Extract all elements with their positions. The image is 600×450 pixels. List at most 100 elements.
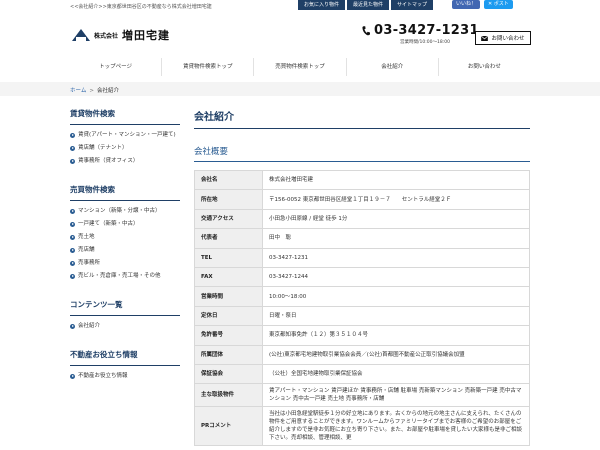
table-row: 免許番号 東京都知事免許（１２）第３５１０４号	[194, 325, 530, 346]
breadcrumb-current: 会社紹介	[96, 88, 119, 94]
sidebar-item-label: 売事務所	[78, 260, 101, 266]
sidebar-item-label: 売ビル・売倉庫・売工場・その他	[78, 273, 161, 279]
sidebar-item-rent-residential[interactable]: 賃貸(アパート・マンション・一戸建て)	[70, 131, 180, 140]
sidebar-item-sale-land[interactable]: 売土地	[70, 233, 180, 242]
row-key: FAX	[194, 266, 263, 288]
logo-name-text: 増田宅建	[122, 29, 171, 42]
sidebar-item-label: 不動産お役立ち情報	[78, 373, 128, 379]
row-value: 10:00～18:00	[262, 286, 530, 307]
row-key: 免許番号	[194, 325, 263, 346]
business-hours: 営業時間/10:00～18:00	[400, 40, 450, 45]
row-value: 03-3427-1231	[262, 247, 530, 268]
sidebar-item-sale-office[interactable]: 売事務所	[70, 259, 180, 268]
logo-corp-text: 株式会社	[94, 32, 119, 40]
mail-icon	[481, 35, 489, 41]
row-key: 保証協会	[194, 363, 263, 385]
row-value: 東京都知事免許（１２）第３５１０４号	[262, 325, 530, 346]
sidebar-item-label: 賃貸(アパート・マンション・一戸建て)	[78, 132, 176, 138]
table-row: 会社名 株式会社増田宅建	[194, 169, 530, 191]
sidebar-item-sale-house[interactable]: 一戸建て（新築・中古）	[70, 220, 180, 229]
main-nav: トップページ 賃貸物件検索トップ 売買物件検索トップ 会社紹介 お問い合わせ	[70, 58, 530, 76]
row-key: 所在地	[194, 189, 263, 210]
sidebar-item-tips[interactable]: 不動産お役立ち情報	[70, 372, 180, 381]
table-row: 保証協会 （公社）全国宅地建物取引業保証協会	[194, 363, 530, 385]
sidebar-item-sale-other[interactable]: 売ビル・売倉庫・売工場・その他	[70, 272, 180, 281]
row-key: 所属団体	[194, 344, 263, 365]
table-row: 交通アクセス 小田急小田原線 / 経堂 徒歩 1分	[194, 208, 530, 230]
row-value: 03-3427-1244	[262, 266, 530, 288]
sidebar-item-label: 一戸建て（新築・中古）	[78, 221, 139, 227]
row-value: 賃アパート・マンション 賃戸建ほか 賃事務所・店舗 駐車場 売新築マンション 売…	[262, 383, 530, 408]
arrow-bullet-icon	[70, 209, 75, 214]
table-row: 定休日 日曜・祭日	[194, 305, 530, 327]
table-row: 所属団体 (公社)東京都宅地建物取引業協会会員／(公社)首都圏不動産公正取引協議会…	[194, 344, 530, 365]
phone-number: 03-3427-1231	[374, 23, 479, 38]
nav-item-sale-search[interactable]: 売買物件検索トップ	[253, 58, 345, 76]
recently-viewed-link[interactable]: 最近見た物件	[347, 0, 390, 10]
section-title: 会社概要	[194, 145, 530, 162]
arrow-bullet-icon	[70, 248, 75, 253]
top-strip: <<会社紹介>>東京都世田谷区の不動産なら株式会社増田宅建 お気に入り物件 最近…	[0, 0, 600, 13]
arrow-bullet-icon	[70, 146, 75, 151]
site-tagline: <<会社紹介>>東京都世田谷区の不動産なら株式会社増田宅建	[70, 4, 212, 10]
sidebar-item-label: 賃店舗（テナント）	[78, 145, 128, 151]
row-key: 主な取扱物件	[194, 383, 263, 408]
contact-button[interactable]: お問い合わせ	[475, 31, 531, 45]
favorites-link[interactable]: お気に入り物件	[298, 0, 346, 10]
nav-item-company[interactable]: 会社紹介	[345, 58, 438, 76]
arrow-bullet-icon	[70, 274, 75, 279]
sidebar-sale-title: 売買物件検索	[70, 184, 180, 201]
sidebar-item-rent-office[interactable]: 賃事務所（貸オフィス）	[70, 157, 180, 166]
company-logo[interactable]: 株式会社 増田宅建	[72, 27, 170, 43]
sidebar-tips-group: 不動産お役立ち情報 不動産お役立ち情報	[70, 349, 180, 381]
company-info-table: 会社名 株式会社増田宅建 所在地 〒156-0052 東京都世田谷区経堂１丁目１９－…	[194, 169, 530, 447]
row-value: （公社）全国宅地建物取引業保証協会	[262, 363, 530, 385]
sidebar-item-sale-mansion[interactable]: マンション（新築・分譲・中古）	[70, 207, 180, 216]
social-buttons: いいね！ ✕ ポスト	[452, 0, 513, 9]
sidebar-item-sale-store[interactable]: 売店舗	[70, 246, 180, 255]
row-value: 日曜・祭日	[262, 305, 530, 327]
sidebar-sale-group: 売買物件検索 マンション（新築・分譲・中古） 一戸建て（新築・中古） 売土地 売…	[70, 184, 180, 281]
sidebar-tips-title: 不動産お役立ち情報	[70, 349, 180, 366]
phone-contact: 03-3427-1231	[362, 23, 479, 38]
arrow-bullet-icon	[70, 374, 75, 379]
row-key: 交通アクセス	[194, 208, 263, 230]
facebook-like-button[interactable]: いいね！	[452, 0, 481, 9]
row-key: 営業時間	[194, 286, 263, 307]
sidebar-item-label: 売土地	[78, 234, 95, 240]
row-value: 小田急小田原線 / 経堂 徒歩 1分	[262, 208, 530, 230]
row-key: 代表者	[194, 228, 263, 249]
table-row: 所在地 〒156-0052 東京都世田谷区経堂１丁目１９－７ セントラル経堂２Ｆ	[194, 189, 530, 210]
nav-item-rent-search[interactable]: 賃貸物件検索トップ	[161, 58, 253, 76]
sitemap-link[interactable]: サイトマップ	[391, 0, 434, 10]
sidebar-content-group: コンテンツ一覧 会社紹介	[70, 299, 180, 331]
row-key: 定休日	[194, 305, 263, 327]
facebook-like-label: いいね！	[456, 1, 477, 7]
sidebar-item-label: 会社紹介	[78, 323, 101, 329]
row-value: 〒156-0052 東京都世田谷区経堂１丁目１９－７ セントラル経堂２Ｆ	[262, 189, 530, 210]
sidebar-content-title: コンテンツ一覧	[70, 299, 180, 316]
arrow-bullet-icon	[70, 324, 75, 329]
row-value: 株式会社増田宅建	[262, 169, 530, 191]
nav-item-top[interactable]: トップページ	[70, 58, 161, 76]
sidebar-item-label: マンション（新築・分譲・中古）	[78, 208, 161, 214]
contact-button-label: お問い合わせ	[491, 36, 525, 42]
row-value: 田中 聡	[262, 228, 530, 249]
twitter-post-button[interactable]: ✕ ポスト	[484, 0, 513, 9]
table-row: 代表者 田中 聡	[194, 228, 530, 249]
row-key: PRコメント	[194, 406, 263, 447]
breadcrumb: ホーム > 会社紹介	[70, 86, 119, 94]
sidebar-item-label: 賃事務所（貸オフィス）	[78, 158, 139, 164]
table-row: 営業時間 10:00～18:00	[194, 286, 530, 307]
table-row: 主な取扱物件 賃アパート・マンション 賃戸建ほか 賃事務所・店舗 駐車場 売新築マ…	[194, 383, 530, 408]
arrow-bullet-icon	[70, 235, 75, 240]
arrow-bullet-icon	[70, 159, 75, 164]
breadcrumb-home[interactable]: ホーム	[70, 88, 86, 94]
sidebar-item-rent-store[interactable]: 賃店舗（テナント）	[70, 144, 180, 153]
sidebar-rent-title: 賃貸物件検索	[70, 108, 180, 125]
row-value: (公社)東京都宅地建物取引業協会会員／(公社)首都圏不動産公正取引協議会加盟	[262, 344, 530, 365]
nav-item-contact[interactable]: お問い合わせ	[437, 58, 530, 76]
sidebar: 賃貸物件検索 賃貸(アパート・マンション・一戸建て) 賃店舗（テナント） 賃事務…	[70, 108, 180, 399]
sidebar-item-company[interactable]: 会社紹介	[70, 322, 180, 331]
row-value: 当社は小田急経堂駅徒歩１分の好立地にあります。古くからの地元の地主さんに支えられ…	[262, 406, 530, 447]
